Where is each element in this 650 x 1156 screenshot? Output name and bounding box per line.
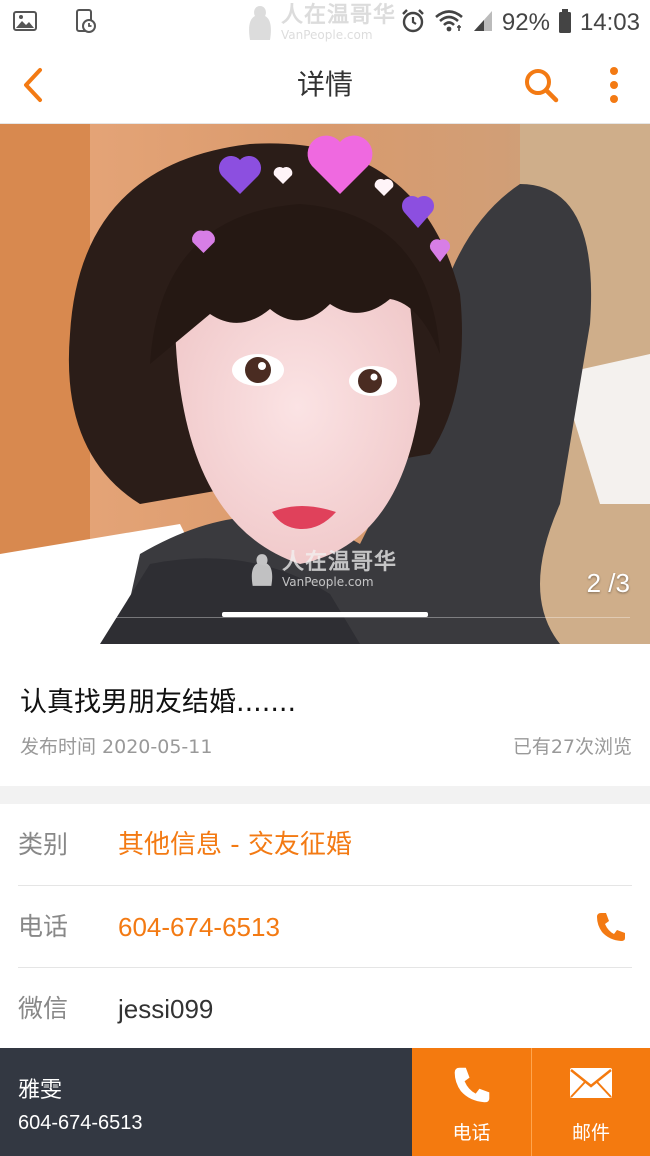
status-watermark: 人在温哥华 VanPeople.com bbox=[245, 2, 405, 44]
status-right: 92% 14:03 bbox=[400, 0, 640, 46]
wifi-icon bbox=[434, 8, 464, 38]
screen-record-icon bbox=[72, 8, 98, 38]
phone-value[interactable]: 604-674-6513 bbox=[118, 886, 280, 968]
photo-watermark: 人在温哥华 VanPeople.com bbox=[248, 552, 397, 588]
category-label: 类别 bbox=[18, 830, 69, 859]
watermark-logo-icon bbox=[249, 6, 271, 40]
watermark-title: 人在温哥华 bbox=[282, 550, 398, 575]
wechat-value[interactable]: jessi099 bbox=[118, 968, 213, 1050]
photo-progress-indicator bbox=[222, 612, 428, 617]
back-button[interactable] bbox=[12, 64, 54, 106]
mail-button[interactable]: 邮件 bbox=[531, 1048, 650, 1156]
post-views: 已有27次浏览 bbox=[512, 736, 632, 758]
post-info: 认真找男朋友结婚....... 发布时间 2020-05-11 已有27次浏览 bbox=[0, 644, 650, 786]
phone-icon bbox=[597, 913, 625, 941]
battery-icon bbox=[558, 8, 572, 38]
mail-icon bbox=[532, 1064, 650, 1102]
call-button[interactable]: 电话 bbox=[412, 1048, 531, 1156]
photo-counter: 2 /3 bbox=[586, 568, 630, 598]
more-vertical-icon bbox=[610, 67, 618, 103]
watermark-title: 人在温哥华 bbox=[281, 3, 397, 28]
wechat-label: 微信 bbox=[18, 994, 69, 1023]
gallery-icon bbox=[12, 8, 38, 38]
status-time: 14:03 bbox=[579, 9, 640, 36]
category-value[interactable]: 其他信息 - 交友征婚 bbox=[118, 804, 352, 886]
detail-list: 类别 其他信息 - 交友征婚 电话 604-674-6513 微信 jessi0… bbox=[0, 804, 650, 1050]
search-icon bbox=[525, 69, 559, 103]
watermark-url: VanPeople.com bbox=[281, 28, 373, 42]
phone-call-button[interactable] bbox=[594, 910, 628, 944]
category-row: 类别 其他信息 - 交友征婚 bbox=[18, 804, 632, 886]
contact-name: 雅雯 bbox=[18, 1078, 63, 1103]
wechat-row: 微信 jessi099 bbox=[18, 968, 632, 1050]
phone-row[interactable]: 电话 604-674-6513 bbox=[18, 886, 632, 968]
back-arrow-icon bbox=[24, 68, 42, 102]
photo-gallery[interactable]: 人在温哥华 VanPeople.com 2 /3 bbox=[0, 124, 650, 644]
contact-phone: 604-674-6513 bbox=[18, 1112, 143, 1134]
status-bar: 人在温哥华 VanPeople.com 92% 14:03 bbox=[0, 0, 650, 46]
app-header: 详情 bbox=[0, 46, 650, 124]
status-left-icons bbox=[12, 8, 98, 38]
photo-progress-track bbox=[20, 617, 630, 618]
phone-icon bbox=[412, 1064, 531, 1106]
section-divider bbox=[0, 786, 650, 804]
alarm-icon bbox=[400, 8, 426, 38]
mail-button-label: 邮件 bbox=[571, 1122, 610, 1144]
phone-label: 电话 bbox=[18, 912, 69, 941]
post-title: 认真找男朋友结婚....... bbox=[20, 687, 297, 718]
more-button[interactable] bbox=[598, 62, 630, 108]
watermark-logo-icon bbox=[251, 554, 273, 586]
bottom-contact-bar: 雅雯 604-674-6513 电话 邮件 bbox=[0, 1048, 650, 1156]
search-button[interactable] bbox=[518, 62, 564, 108]
signal-icon bbox=[472, 9, 494, 37]
call-button-label: 电话 bbox=[452, 1122, 491, 1144]
contact-card: 雅雯 604-674-6513 bbox=[0, 1048, 412, 1156]
battery-percent: 92% bbox=[501, 9, 550, 36]
post-date: 发布时间 2020-05-11 bbox=[20, 736, 213, 758]
watermark-url: VanPeople.com bbox=[282, 575, 374, 589]
